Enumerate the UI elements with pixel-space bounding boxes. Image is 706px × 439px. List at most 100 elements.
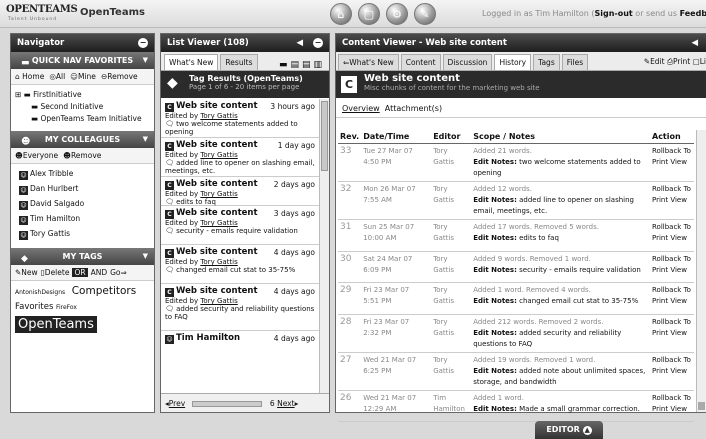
editor-link[interactable]: Tory Gattis bbox=[200, 151, 237, 159]
content-tabs: ⇐What's New Content Discussion History T… bbox=[336, 52, 706, 71]
link-button[interactable]: ▢Li bbox=[693, 57, 706, 66]
colleague-item[interactable]: ☺ Alex Tribble bbox=[15, 167, 150, 182]
rollback-link[interactable]: Rollback To bbox=[652, 147, 691, 155]
rev-date: Wed 21 Mar 07 6:25 PM bbox=[361, 352, 432, 391]
rollback-link[interactable]: Rollback To bbox=[652, 223, 691, 231]
logo: OPENTEAMS bbox=[6, 4, 78, 15]
editor-link[interactable]: Tory Gattis bbox=[200, 219, 237, 227]
arrow-left-icon[interactable]: ◀ bbox=[691, 34, 698, 52]
list-tabs: What's New Results ▬▤▤▥ bbox=[161, 52, 329, 71]
print-view-link[interactable]: Print View bbox=[652, 266, 687, 274]
chevron-down-icon[interactable]: ▼ bbox=[143, 131, 148, 148]
tag-link[interactable]: AntonishDesigns bbox=[15, 289, 65, 296]
signout-link[interactable]: Sign-out bbox=[594, 9, 632, 18]
editor-link[interactable]: Tory Gattis bbox=[200, 190, 237, 198]
editor-link[interactable]: Tory Gattis bbox=[200, 297, 237, 305]
prev-link[interactable]: ◂Prev bbox=[165, 399, 185, 408]
or-toggle[interactable]: OR bbox=[72, 268, 88, 277]
tab-content[interactable]: Content bbox=[400, 54, 441, 70]
tab-discussion[interactable]: Discussion bbox=[442, 54, 493, 70]
colleagues-header[interactable]: ☻ MY COLLEAGUES ▼ bbox=[11, 131, 154, 148]
rev-actions: Rollback To Print View bbox=[650, 352, 694, 391]
colleague-item[interactable]: ☺ Tim Hamilton bbox=[15, 212, 150, 227]
rollback-link[interactable]: Rollback To bbox=[652, 255, 691, 263]
edit-globe-icon[interactable]: ✎ bbox=[414, 3, 436, 25]
tag-link-selected[interactable]: OpenTeams bbox=[15, 316, 97, 333]
tab-files[interactable]: Files bbox=[561, 54, 589, 70]
scroll-thumb[interactable] bbox=[321, 101, 328, 171]
list-item[interactable]: C Web site content 3 hours ago Edited by To… bbox=[161, 99, 319, 138]
rollback-link[interactable]: Rollback To bbox=[652, 185, 691, 193]
print-view-link[interactable]: Print View bbox=[652, 196, 687, 204]
rev-number: 31 bbox=[338, 219, 362, 252]
list-item[interactable]: C Web site content 1 day ago Edited by Tory… bbox=[161, 138, 319, 177]
chevron-down-icon[interactable]: ▼ bbox=[143, 248, 148, 265]
colleague-item[interactable]: ☺ Tory Gattis bbox=[15, 227, 150, 242]
print-view-link[interactable]: Print View bbox=[652, 405, 687, 413]
tag-link[interactable]: Favorites bbox=[15, 302, 53, 312]
colleague-item[interactable]: ☺ Dan Hurlbert bbox=[15, 182, 150, 197]
list-item[interactable]: C Web site content 4 days ago Edited by Tor… bbox=[161, 245, 319, 284]
content-scrollbar[interactable] bbox=[696, 130, 706, 412]
tab-whats-new[interactable]: What's New bbox=[164, 54, 219, 70]
tab-history[interactable]: History bbox=[494, 54, 532, 70]
and-toggle[interactable]: AND bbox=[91, 268, 108, 277]
editor-link[interactable]: Tory Gattis bbox=[200, 112, 237, 120]
print-button[interactable]: ⎙Print bbox=[667, 57, 690, 66]
page-slider[interactable] bbox=[191, 401, 262, 407]
rollback-link[interactable]: Rollback To bbox=[652, 356, 691, 364]
mine-button[interactable]: ☺Mine bbox=[70, 72, 96, 81]
remove-button[interactable]: ⊖Remove bbox=[101, 72, 138, 81]
edit-button[interactable]: ✎Edit bbox=[644, 57, 665, 66]
go-button[interactable]: Go⇒ bbox=[110, 268, 127, 277]
subtab-overview[interactable]: Overview bbox=[342, 104, 380, 113]
tab-results[interactable]: Results bbox=[220, 54, 258, 70]
chevron-down-icon[interactable]: ▼ bbox=[143, 52, 148, 69]
print-view-link[interactable]: Print View bbox=[652, 367, 687, 375]
home-button[interactable]: ⌂ Home bbox=[15, 72, 44, 81]
rollback-link[interactable]: Rollback To bbox=[652, 394, 691, 402]
print-view-link[interactable]: Print View bbox=[652, 297, 687, 305]
tab-tags[interactable]: Tags bbox=[533, 54, 560, 70]
rollback-link[interactable]: Rollback To bbox=[652, 318, 691, 326]
remove-colleague-button[interactable]: ☻Remove bbox=[63, 151, 101, 160]
tag-link[interactable]: Competitors bbox=[72, 285, 136, 297]
tree-item[interactable]: ⊞ ▬ FirstInitiative bbox=[15, 89, 150, 101]
tree-item[interactable]: ▬ OpenTeams Team Initiative bbox=[15, 113, 150, 125]
page-globe-icon[interactable]: ▢ bbox=[358, 3, 380, 25]
tab-whats-new[interactable]: ⇐What's New bbox=[338, 54, 399, 70]
editor-link[interactable]: Tory Gattis bbox=[200, 258, 237, 266]
list-item[interactable]: ☺ Tim Hamilton 4 days ago bbox=[161, 331, 319, 351]
print-view-link[interactable]: Print View bbox=[652, 158, 687, 166]
rev-editor: Tim Hamilton bbox=[431, 390, 472, 422]
list-item[interactable]: C Web site content 2 days ago Edited by Tor… bbox=[161, 177, 319, 206]
quick-nav-header[interactable]: ▬ QUICK NAV FAVORITES ▼ bbox=[11, 52, 154, 69]
rev-date: Wed 21 Mar 07 12:29 AM bbox=[361, 390, 432, 422]
new-tag-button[interactable]: ✎New bbox=[15, 268, 38, 277]
next-link[interactable]: Next▸ bbox=[277, 399, 298, 408]
colleague-item[interactable]: ☺ David Salgado bbox=[15, 197, 150, 212]
list-item[interactable]: C Web site content 4 days ago Edited by Tor… bbox=[161, 284, 319, 331]
scroll-down-icon[interactable] bbox=[698, 402, 705, 410]
collapse-icon[interactable]: − bbox=[138, 38, 148, 48]
tree-item[interactable]: ▬ Second Initiative bbox=[15, 101, 150, 113]
print-view-link[interactable]: Print View bbox=[652, 329, 687, 337]
tools-globe-icon[interactable]: ⚙ bbox=[386, 3, 408, 25]
list-view-icons[interactable]: ▬▤▤▥ bbox=[279, 60, 325, 70]
everyone-button[interactable]: ☻Everyone bbox=[15, 151, 58, 160]
editor-toggle-button[interactable]: EDITOR ▲ bbox=[535, 421, 603, 439]
print-view-link[interactable]: Print View bbox=[652, 234, 687, 242]
delete-tag-button[interactable]: ▯Delete bbox=[41, 268, 70, 277]
list-item[interactable]: C Web site content 3 days ago Edited by Tor… bbox=[161, 206, 319, 245]
tags-header[interactable]: ◆ MY TAGS ▼ bbox=[11, 248, 154, 265]
subtab-attachments[interactable]: Attachment(s) bbox=[385, 104, 442, 113]
home-globe-icon[interactable]: ⌂ bbox=[330, 3, 352, 25]
list-scrollbar[interactable] bbox=[319, 99, 329, 393]
collapse-icon[interactable]: − bbox=[313, 38, 323, 48]
feedback-link[interactable]: Feedback bbox=[680, 9, 706, 18]
arrow-left-icon[interactable]: ◀ bbox=[296, 34, 303, 52]
tag-link[interactable]: FireFox bbox=[56, 304, 77, 311]
all-button[interactable]: ◎All bbox=[49, 72, 65, 81]
rev-notes: Added 9 words. Removed 1 word. Edit Notes… bbox=[471, 251, 650, 283]
rollback-link[interactable]: Rollback To bbox=[652, 286, 691, 294]
